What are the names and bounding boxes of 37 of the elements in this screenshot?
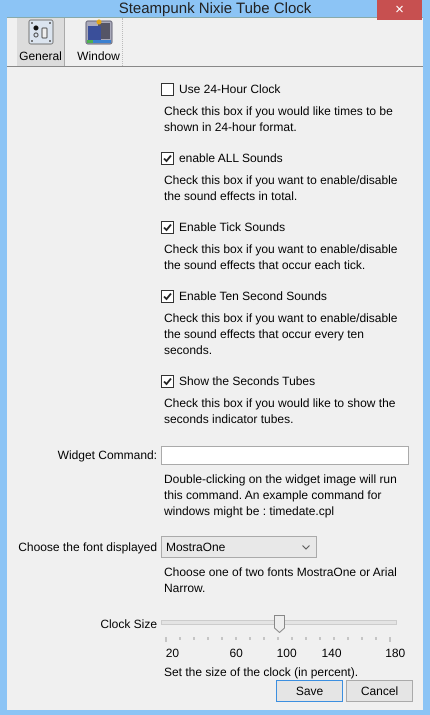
field-description: Double-clicking on the widget image will run this command. An example command for windows might be : timedate.cpl: [164, 471, 398, 519]
checkbox[interactable]: enable ALL Sounds: [161, 150, 283, 166]
save-button[interactable]: Save: [276, 680, 343, 702]
cancel-button[interactable]: Cancel: [346, 680, 413, 702]
field-label: Choose the font displayed: [17, 539, 157, 554]
slider-description: Set the size of the clock (in percent).: [164, 664, 360, 680]
checkmark-icon: [163, 292, 172, 300]
tick-label: 60: [229, 646, 243, 660]
caret-icon: [302, 544, 310, 550]
slider-label: Clock Size: [99, 616, 157, 631]
toolbar-tab[interactable]: Window: [75, 18, 123, 66]
field-label: Widget Command:: [56, 447, 157, 462]
toolbar-tab[interactable]: General: [17, 18, 65, 66]
option-description: Check this box if you would like times to be shown in 24-hour format.: [164, 103, 394, 135]
option-description: Check this box if you want to enable/disable the sound effects in total.: [164, 172, 398, 204]
field-description: Choose one of two fonts MostraOne or Arial Narrow.: [164, 564, 398, 596]
option-description: Check this box if you want to enable/disable the sound effects that occur each tick.: [164, 241, 398, 273]
font-dropdown[interactable]: MostraOne: [161, 536, 317, 558]
input-field[interactable]: [161, 446, 409, 465]
checkmark-icon: [163, 376, 172, 386]
checkbox[interactable]: Show the Seconds Tubes: [161, 373, 316, 389]
window-title: Steampunk Nixie Tube Clock: [118, 0, 312, 17]
checkbox[interactable]: Enable Ten Second Sounds: [161, 288, 327, 304]
checkbox[interactable]: Use 24-Hour Clock: [161, 81, 280, 97]
tick-label: 140: [321, 646, 342, 660]
tick-label: 20: [166, 646, 180, 660]
size-slider[interactable]: [161, 615, 397, 635]
windows-icon: [84, 19, 112, 45]
option-description: Check this box if you want to enable/disable the sound effects that occur every ten seconds.: [164, 310, 398, 358]
checkmark-icon: [163, 222, 172, 232]
close-button[interactable]: ×: [377, 0, 422, 20]
slider-thumb[interactable]: [274, 615, 285, 633]
checkbox[interactable]: Enable Tick Sounds: [161, 219, 286, 235]
tick-label: 180: [385, 646, 406, 660]
option-description: Check this box if you would like to show the seconds indicator tubes.: [164, 395, 396, 427]
tick-label: 100: [276, 646, 297, 660]
checkmark-icon: [163, 154, 172, 162]
